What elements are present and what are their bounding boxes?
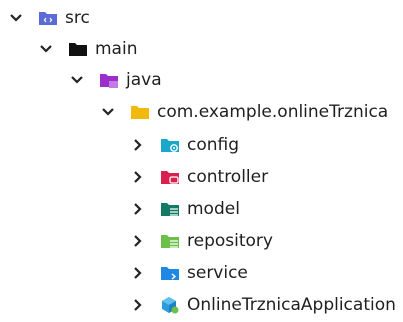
tree-node-repository[interactable]: repository <box>130 227 273 255</box>
tree-node-label: OnlineTrznicaApplication <box>187 295 396 315</box>
tree-node-src[interactable]: src <box>8 4 90 32</box>
tree-node-controller[interactable]: controller <box>130 163 268 191</box>
chevron-right-icon[interactable] <box>130 265 146 281</box>
tree-node-label: java <box>126 70 162 90</box>
tree-node-label: model <box>187 199 240 219</box>
tree-node-java[interactable]: java <box>69 66 162 94</box>
tree-node-label: src <box>65 8 90 28</box>
java-class-icon <box>160 296 180 314</box>
service-folder-icon <box>160 264 180 282</box>
tree-node-label: com.example.onlineTrznica <box>157 102 389 122</box>
tree-node-label: main <box>95 39 138 59</box>
chevron-right-icon[interactable] <box>130 137 146 153</box>
tree-node-label: controller <box>187 167 269 187</box>
tree-node-package[interactable]: com.example.onlineTrznica <box>100 98 388 126</box>
chevron-down-icon[interactable] <box>38 41 54 57</box>
chevron-down-icon[interactable] <box>8 10 24 26</box>
tree-node-model[interactable]: model <box>130 195 240 223</box>
black-folder-icon <box>68 40 88 58</box>
tree-node-label: service <box>187 263 248 283</box>
java-source-folder-icon <box>99 71 119 89</box>
package-folder-icon <box>130 103 150 121</box>
chevron-right-icon[interactable] <box>130 297 146 313</box>
tree-node-main[interactable]: main <box>38 35 137 63</box>
chevron-right-icon[interactable] <box>130 201 146 217</box>
repository-folder-icon <box>160 232 180 250</box>
config-folder-icon <box>160 136 180 154</box>
tree-node-label: repository <box>187 231 273 251</box>
chevron-right-icon[interactable] <box>130 233 146 249</box>
source-folder-icon <box>38 9 58 27</box>
chevron-down-icon[interactable] <box>100 104 116 120</box>
tree-node-online-trznica-application[interactable]: OnlineTrznicaApplication <box>130 291 396 319</box>
chevron-right-icon[interactable] <box>130 169 146 185</box>
controller-folder-icon <box>160 168 180 186</box>
chevron-down-icon[interactable] <box>69 72 85 88</box>
tree-node-service[interactable]: service <box>130 259 248 287</box>
tree-node-config[interactable]: config <box>130 131 239 159</box>
project-tree: src main java com.example.onlineTrznica … <box>0 0 403 322</box>
tree-node-label: config <box>187 135 240 155</box>
model-folder-icon <box>160 200 180 218</box>
